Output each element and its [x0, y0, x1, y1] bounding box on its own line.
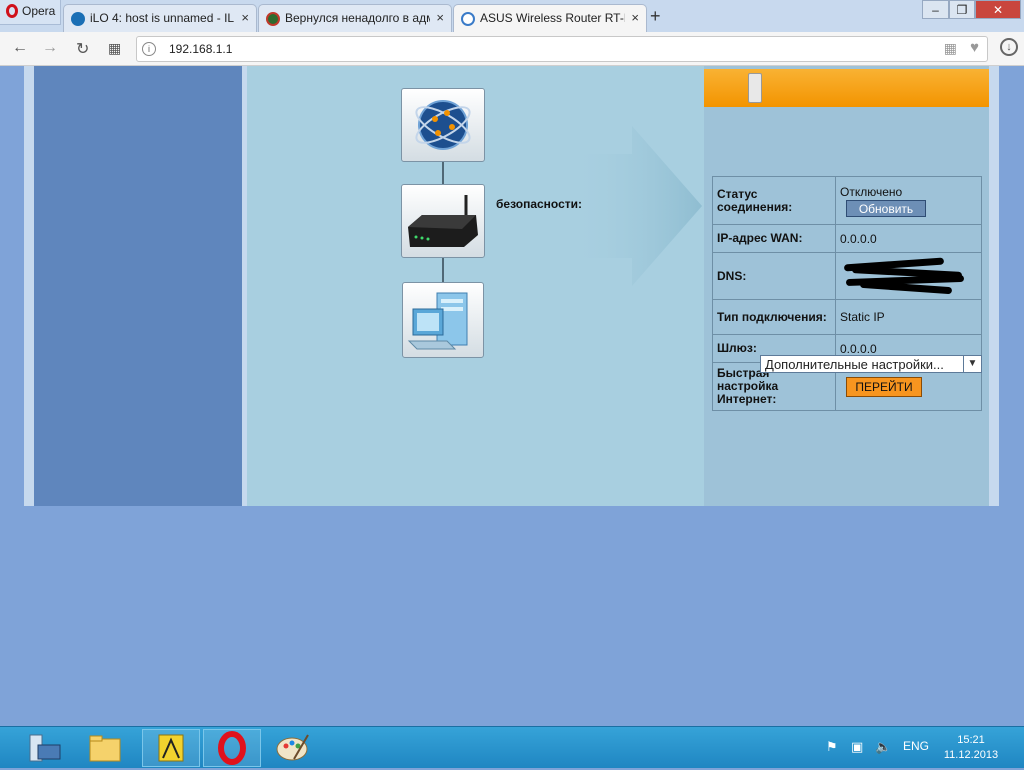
tab-title: iLO 4: host is unnamed - IL [90, 11, 235, 25]
computer-icon [407, 292, 468, 350]
forward-icon[interactable]: → [42, 39, 58, 57]
status-label: Статус соединения: [712, 176, 836, 225]
connector-line [442, 258, 444, 282]
address-bar[interactable]: i 192.168.1.1 ▦ ♥ [136, 36, 988, 62]
advanced-settings-value: Дополнительные настройки... [765, 357, 944, 372]
go-button[interactable]: ПЕРЕЙТИ [846, 376, 922, 397]
tab-title: Вернулся ненадолго в адм [285, 11, 430, 25]
paint-button[interactable] [264, 729, 322, 767]
hp-icon [71, 12, 85, 26]
opera-taskbar-button[interactable] [203, 729, 261, 767]
wireless-icon [461, 12, 475, 26]
minimize-button[interactable]: – [922, 0, 949, 19]
router-small-icon [748, 73, 762, 103]
dns-value-cell [835, 252, 982, 300]
tab-close-icon[interactable]: × [436, 10, 444, 25]
router-icon [408, 195, 478, 247]
new-tab-button[interactable]: + [650, 6, 661, 27]
table-row: IP-адрес WAN: 0.0.0.0 [712, 224, 982, 253]
client-computer-button[interactable] [402, 282, 484, 358]
language-indicator[interactable]: ENG [903, 739, 929, 753]
restore-button[interactable]: ❐ [949, 0, 975, 19]
clock-time: 15:21 [957, 734, 985, 746]
wan-ip-label: IP-адрес WAN: [712, 224, 836, 253]
reload-icon[interactable]: ↻ [76, 39, 89, 59]
internet-globe-button[interactable] [401, 88, 485, 162]
connection-status-value: Отключено [840, 184, 903, 199]
network-icon[interactable]: ▣ [851, 739, 863, 755]
status-panel-header [704, 69, 989, 107]
tab-asus-router[interactable]: ASUS Wireless Router RT-N × [453, 4, 647, 32]
action-center-flag-icon[interactable]: ⚑ [826, 739, 838, 755]
file-explorer-button[interactable] [76, 729, 134, 767]
tab-close-icon[interactable]: × [631, 10, 639, 25]
globe-icon [415, 100, 471, 150]
dns-label: DNS: [712, 252, 836, 300]
windows-taskbar: ⚑ ▣ 🔈 ENG 15:21 11.12.2013 [0, 726, 1024, 768]
back-icon[interactable]: ← [12, 39, 28, 57]
status-value-cell: Отключено Обновить [835, 176, 982, 225]
table-row: DNS: [712, 252, 982, 300]
address-text[interactable]: 192.168.1.1 [169, 42, 232, 56]
opera-icon [218, 731, 246, 765]
chevron-down-icon[interactable]: ▼ [963, 356, 981, 372]
page-border-left [24, 66, 34, 506]
refresh-button[interactable]: Обновить [846, 199, 926, 217]
network-map-area: безопасности: [247, 66, 704, 506]
advanced-settings-select[interactable]: Дополнительные настройки... ▼ [760, 355, 982, 373]
connector-line [442, 162, 444, 184]
tab-blog[interactable]: Вернулся ненадолго в адм × [258, 4, 452, 32]
tab-close-icon[interactable]: × [241, 10, 249, 25]
server-manager-button[interactable] [16, 729, 74, 767]
opera-menu-label: Opera [22, 4, 56, 18]
close-window-button[interactable]: ✕ [975, 0, 1021, 19]
router-sidebar [34, 66, 242, 506]
dns-redaction-scribble [840, 257, 970, 294]
download-icon[interactable]: ↓ [1000, 38, 1018, 56]
app-icon [158, 734, 184, 762]
clock-date: 11.12.2013 [943, 749, 999, 761]
opera-menu-button[interactable]: Opera [0, 0, 61, 25]
heart-icon[interactable]: ♥ [970, 39, 979, 56]
table-row: Статус соединения: Отключено Обновить [712, 176, 982, 225]
router-device-button[interactable] [401, 184, 485, 258]
volume-muted-icon[interactable]: 🔈 [875, 739, 891, 755]
browser-titlebar: Opera iLO 4: host is unnamed - IL × Верн… [0, 0, 1024, 32]
wan-ip-value: 0.0.0.0 [835, 224, 982, 253]
server-manager-icon [29, 734, 61, 762]
site-favicon-icon [266, 12, 280, 26]
security-label: безопасности: [496, 197, 583, 211]
connection-type-value: Static IP [835, 299, 982, 335]
browser-navbar: ← → ↻ ▦ i 192.168.1.1 ▦ ♥ ↓ [0, 32, 1024, 66]
paint-palette-icon [276, 734, 309, 761]
router-page: безопасности: Статус соединения: Отключе… [0, 66, 1024, 726]
page-border-right [989, 66, 999, 506]
speed-dial-icon[interactable]: ▦ [108, 40, 121, 57]
site-info-icon[interactable]: i [142, 42, 156, 56]
system-clock[interactable]: 15:21 11.12.2013 [940, 733, 1002, 763]
connection-status-table: Статус соединения: Отключено Обновить IP… [712, 176, 982, 411]
connection-type-label: Тип подключения: [712, 299, 836, 335]
tab-title: ASUS Wireless Router RT-N [480, 11, 625, 25]
arrow-graphic [567, 126, 702, 286]
table-row: Тип подключения: Static IP [712, 299, 982, 335]
tab-ilo[interactable]: iLO 4: host is unnamed - IL × [63, 4, 257, 32]
stash-icon[interactable]: ▦ [944, 40, 957, 57]
opera-logo-icon [6, 4, 18, 18]
taskbar-app-button[interactable] [142, 729, 200, 767]
folder-icon [89, 735, 121, 762]
